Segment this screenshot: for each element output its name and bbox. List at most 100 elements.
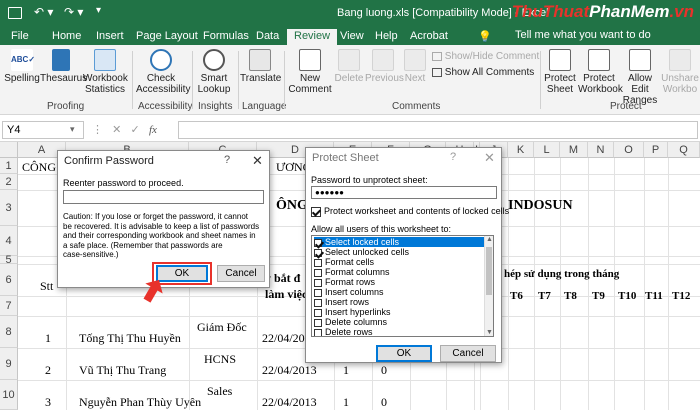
- select-all-corner[interactable]: [0, 142, 18, 158]
- row-header-7[interactable]: 7: [0, 296, 18, 316]
- undo-icon[interactable]: ↶ ▾: [34, 5, 53, 19]
- confirm-cancel-button[interactable]: Cancel: [217, 265, 265, 282]
- cell-row10-date: 22/04/2013: [262, 395, 317, 409]
- protect-ok-button[interactable]: OK: [376, 345, 432, 362]
- tab-home[interactable]: Home: [52, 29, 81, 45]
- row-header-10[interactable]: 10: [0, 380, 18, 410]
- tab-data[interactable]: Data: [256, 29, 279, 45]
- help-icon[interactable]: ?: [224, 154, 230, 166]
- row-header-2[interactable]: 2: [0, 174, 18, 190]
- group-label-accessibility: Accessibility: [138, 101, 193, 112]
- show-all-comments-button[interactable]: Show All Comments: [432, 67, 534, 78]
- list-item[interactable]: Delete rows: [314, 327, 486, 336]
- column-header-o[interactable]: O: [614, 142, 644, 158]
- list-item[interactable]: Insert rows: [314, 297, 486, 307]
- column-header-q[interactable]: Q: [668, 142, 700, 158]
- formula-bar: Y4 ▾ ⋮ ✕ ✓ fx: [0, 118, 700, 142]
- row-header-5[interactable]: 5: [0, 255, 18, 266]
- tab-file[interactable]: File: [11, 29, 29, 45]
- list-item[interactable]: Delete columns: [314, 317, 486, 327]
- allow-edit-ranges-button[interactable]: Allow Edit Ranges: [620, 49, 660, 106]
- workbook-statistics-button[interactable]: Workbook Statistics: [83, 49, 128, 95]
- workbook-statistics-label-1: Workbook: [83, 73, 128, 84]
- translate-label: Translate: [240, 73, 282, 84]
- tab-page-layout[interactable]: Page Layout: [136, 29, 198, 45]
- column-header-m[interactable]: M: [560, 142, 588, 158]
- scroll-up-icon[interactable]: ▲: [486, 236, 493, 243]
- show-all-comments-label: Show All Comments: [444, 67, 535, 78]
- protect-contents-checkbox[interactable]: Protect worksheet and contents of locked…: [311, 206, 509, 217]
- close-icon[interactable]: ✕: [484, 150, 495, 166]
- row-header-3[interactable]: 3: [0, 190, 18, 226]
- next-comment-button[interactable]: Next: [402, 49, 428, 84]
- scrollbar-thumb[interactable]: [486, 247, 492, 295]
- show-hide-comment-label: Show/Hide Comment: [444, 51, 540, 62]
- unshare-workbook-button[interactable]: Unshare Workbo: [661, 49, 699, 95]
- row-header-9[interactable]: 9: [0, 348, 18, 380]
- spelling-button[interactable]: ABC✓ Spelling: [4, 49, 40, 84]
- show-hide-comment-button[interactable]: Show/Hide Comment: [432, 51, 539, 62]
- cell-row10-a: 1: [343, 395, 349, 409]
- group-separator: [540, 51, 541, 109]
- list-item-label: Format rows: [325, 277, 376, 287]
- name-box-dropdown-icon[interactable]: ▾: [70, 124, 75, 135]
- tab-acrobat[interactable]: Acrobat: [410, 29, 448, 45]
- tell-me-search[interactable]: Tell me what you want to do: [515, 29, 651, 41]
- column-header-n[interactable]: N: [588, 142, 614, 158]
- help-icon[interactable]: ?: [450, 151, 456, 163]
- thesaurus-button[interactable]: Thesaurus: [40, 49, 87, 84]
- save-icon[interactable]: [8, 7, 22, 19]
- customize-quick-access-icon[interactable]: ▾: [96, 5, 101, 16]
- protect-cancel-button[interactable]: Cancel: [440, 345, 496, 362]
- smart-lookup-button[interactable]: Smart Lookup: [196, 49, 232, 95]
- check-accessibility-button[interactable]: Check Accessibility: [136, 49, 190, 95]
- scroll-down-icon[interactable]: ▼: [486, 329, 493, 336]
- protect-sheet-label-2: Sheet: [546, 84, 574, 95]
- unprotect-password-input[interactable]: ●●●●●●: [311, 186, 497, 199]
- list-item[interactable]: Select locked cells: [314, 237, 486, 247]
- column-header-l[interactable]: L: [534, 142, 560, 158]
- row-header-1[interactable]: 1: [0, 158, 18, 174]
- tab-formulas[interactable]: Formulas: [203, 29, 249, 45]
- list-item[interactable]: Format cells: [314, 257, 486, 267]
- list-item[interactable]: Select unlocked cells: [314, 247, 486, 257]
- list-item[interactable]: Format rows: [314, 277, 486, 287]
- cell-row10-b: 0: [381, 395, 387, 409]
- gridline-vertical: [588, 158, 589, 410]
- redo-icon[interactable]: ↷ ▾: [64, 5, 83, 19]
- protect-sheet-button[interactable]: Protect Sheet: [543, 49, 577, 95]
- ribbon: ABC✓ Spelling Thesaurus Workbook Statist…: [0, 45, 700, 115]
- next-comment-icon: [404, 49, 426, 71]
- column-header-k[interactable]: K: [508, 142, 534, 158]
- tab-help[interactable]: Help: [375, 29, 398, 45]
- protect-workbook-label-1: Protect: [583, 73, 615, 84]
- row-header-6[interactable]: 6: [0, 264, 18, 296]
- close-icon[interactable]: ✕: [252, 153, 263, 169]
- row-header-4[interactable]: 4: [0, 226, 18, 256]
- previous-comment-button[interactable]: Previous: [365, 49, 404, 84]
- allow-edit-ranges-label-1: Allow Edit: [628, 73, 652, 95]
- reenter-password-input[interactable]: [63, 190, 264, 204]
- list-scrollbar[interactable]: ▲ ▼: [484, 236, 493, 336]
- name-box-value: Y4: [7, 124, 21, 136]
- protect-workbook-button[interactable]: Protect Workbook: [578, 49, 623, 95]
- list-item[interactable]: Insert columns: [314, 287, 486, 297]
- delete-comment-button[interactable]: Delete: [334, 49, 364, 84]
- column-header-p[interactable]: P: [644, 142, 668, 158]
- row-header-8[interactable]: 8: [0, 316, 18, 348]
- list-item[interactable]: Format columns: [314, 267, 486, 277]
- translate-button[interactable]: Translate: [240, 49, 282, 84]
- list-item[interactable]: Insert hyperlinks: [314, 307, 486, 317]
- caution-line: a safe place. (Remember that passwords a…: [63, 240, 223, 250]
- tab-insert[interactable]: Insert: [96, 29, 124, 45]
- formula-input[interactable]: [178, 121, 698, 139]
- password-label: Password to unprotect sheet:: [311, 175, 428, 185]
- cell-header-stt: Stt: [40, 279, 54, 293]
- title-bar: ↶ ▾ ↷ ▾ ▾ Bang luong.xls [Compatibility …: [0, 0, 700, 27]
- tab-view[interactable]: View: [340, 29, 364, 45]
- previous-comment-label: Previous: [365, 73, 404, 84]
- new-comment-button[interactable]: New Comment: [287, 49, 333, 95]
- tab-review[interactable]: Review: [287, 29, 338, 45]
- fx-icon[interactable]: fx: [149, 124, 157, 136]
- cell-row10-role: Sales: [207, 384, 233, 398]
